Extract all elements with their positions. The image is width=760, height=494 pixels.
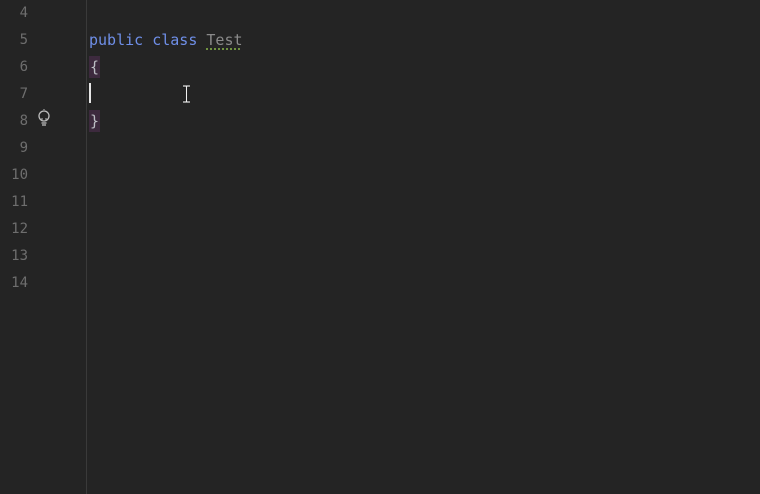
open-brace: {: [89, 56, 101, 78]
line-number: 4: [19, 5, 28, 21]
class-name: Test: [206, 31, 243, 49]
line-number: 9: [19, 140, 28, 156]
line-number: 6: [19, 59, 28, 75]
close-brace: }: [89, 110, 101, 132]
code-editor[interactable]: 4 5 6 7 8 9 10 11 12 13 14 public class …: [0, 0, 760, 494]
line-number: 8: [19, 113, 28, 129]
code-line-6[interactable]: {: [89, 54, 101, 81]
line-number-gutter[interactable]: 4 5 6 7 8 9 10 11 12 13 14: [0, 0, 86, 494]
keyword-class: class: [152, 31, 198, 49]
code-area[interactable]: public class Test { }: [89, 0, 760, 494]
line-number: 11: [11, 194, 28, 210]
line-number: 10: [11, 167, 28, 183]
line-number: 14: [11, 275, 28, 291]
line-number: 5: [19, 32, 28, 48]
code-line-5[interactable]: public class Test: [89, 27, 243, 54]
lightbulb-icon[interactable]: [36, 109, 52, 129]
keyword-public: public: [89, 31, 144, 49]
code-line-8[interactable]: }: [89, 108, 101, 135]
line-number: 13: [11, 248, 28, 264]
line-number: 7: [19, 86, 28, 102]
ibeam-cursor-icon: [183, 85, 190, 103]
line-number: 12: [11, 221, 28, 237]
text-caret: [89, 83, 91, 103]
gutter-divider: [86, 0, 87, 494]
